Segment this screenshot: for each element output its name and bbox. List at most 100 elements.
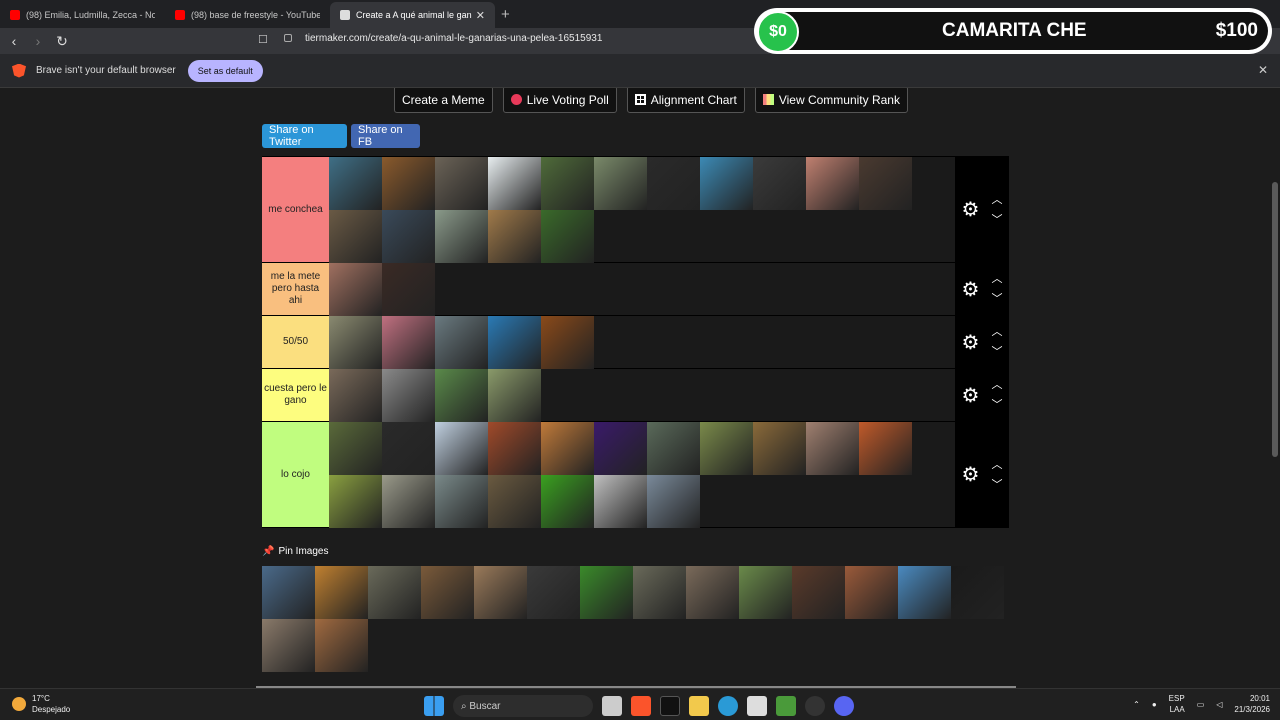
pool-image[interactable] — [686, 566, 739, 619]
forward-icon[interactable]: › — [28, 33, 48, 49]
animal-image[interactable] — [541, 475, 594, 528]
pool-image[interactable] — [315, 619, 368, 672]
mic-icon[interactable]: ● — [1152, 700, 1157, 709]
chevron-down-icon[interactable]: ﹀ — [991, 342, 1002, 362]
pin-images[interactable]: 📌 Pin Images — [262, 546, 328, 557]
gear-icon[interactable]: ⚙ — [962, 330, 980, 355]
animal-image[interactable] — [700, 422, 753, 475]
chevron-up-icon[interactable]: ︿ — [991, 455, 1002, 475]
pool-image[interactable] — [580, 566, 633, 619]
tier-label[interactable]: me conchea — [262, 157, 329, 262]
clock[interactable]: 20:01 21/3/2026 — [1234, 693, 1270, 715]
chevron-down-icon[interactable]: ﹀ — [991, 475, 1002, 495]
share-twitter-button[interactable]: Share on Twitter — [262, 124, 347, 148]
file-explorer-icon[interactable] — [689, 696, 709, 716]
set-default-button[interactable]: Set as default — [187, 59, 263, 82]
new-tab-icon[interactable]: + — [501, 6, 510, 23]
tab-youtube-1[interactable]: (98) Emilia, Ludmilla, Zecca - No... — [0, 2, 165, 28]
animal-image[interactable] — [806, 422, 859, 475]
close-tab-icon[interactable]: ✕ — [476, 9, 485, 22]
chevron-down-icon[interactable]: ﹀ — [991, 210, 1002, 230]
animal-image[interactable] — [541, 316, 594, 369]
animal-image[interactable] — [594, 475, 647, 528]
pool-image[interactable] — [739, 566, 792, 619]
animal-image[interactable] — [541, 210, 594, 263]
animal-image[interactable] — [541, 157, 594, 210]
edge-icon[interactable] — [718, 696, 738, 716]
animal-image[interactable] — [488, 422, 541, 475]
animal-image[interactable] — [329, 369, 382, 422]
bookmark-icon[interactable]: ☐ — [258, 33, 268, 46]
view-community-rank-button[interactable]: View Community Rank — [754, 88, 908, 113]
tab-youtube-2[interactable]: (98) base de freestyle - YouTube — [165, 2, 330, 28]
animal-image[interactable] — [488, 369, 541, 422]
animal-image[interactable] — [859, 157, 912, 210]
pool-image[interactable] — [421, 566, 474, 619]
terminal-icon[interactable] — [660, 696, 680, 716]
animal-image[interactable] — [647, 422, 700, 475]
chevron-down-icon[interactable]: ﹀ — [991, 289, 1002, 309]
animal-image[interactable] — [382, 316, 435, 369]
animal-image[interactable] — [435, 422, 488, 475]
chevron-up-icon[interactable]: ︿ — [991, 375, 1002, 395]
pool-image[interactable] — [262, 619, 315, 672]
language-indicator[interactable]: ESP LAA — [1169, 693, 1185, 715]
animal-image[interactable] — [435, 475, 488, 528]
brave-icon[interactable] — [631, 696, 651, 716]
animal-image[interactable] — [382, 263, 435, 316]
windows-start-icon[interactable] — [424, 696, 444, 716]
animal-image[interactable] — [382, 210, 435, 263]
tier-label[interactable]: lo cojo — [262, 422, 329, 527]
animal-image[interactable] — [382, 475, 435, 528]
animal-image[interactable] — [488, 210, 541, 263]
animal-image[interactable] — [435, 369, 488, 422]
discord-icon[interactable] — [834, 696, 854, 716]
animal-image[interactable] — [647, 157, 700, 210]
site-info-icon[interactable] — [284, 34, 292, 42]
tier-label[interactable]: 50/50 — [262, 316, 329, 368]
chevron-up-icon[interactable]: ︿ — [991, 269, 1002, 289]
network-icon[interactable]: ▭ — [1197, 700, 1205, 709]
obs-icon[interactable] — [805, 696, 825, 716]
pool-image[interactable] — [633, 566, 686, 619]
animal-image[interactable] — [541, 422, 594, 475]
gear-icon[interactable]: ⚙ — [962, 197, 980, 222]
animal-image[interactable] — [488, 475, 541, 528]
url-field[interactable]: tiermaker.com/create/a-qu-animal-le-gana… — [305, 33, 602, 44]
gear-icon[interactable]: ⚙ — [962, 462, 980, 487]
chevron-up-icon[interactable]: ︿ — [991, 322, 1002, 342]
pool-image[interactable] — [951, 566, 1004, 619]
share-facebook-button[interactable]: Share on FB — [351, 124, 420, 148]
animal-image[interactable] — [329, 475, 382, 528]
chevron-up-icon[interactable]: ⌃ — [1133, 700, 1140, 709]
gear-icon[interactable]: ⚙ — [962, 383, 980, 408]
animal-image[interactable] — [488, 157, 541, 210]
animal-image[interactable] — [382, 157, 435, 210]
chevron-down-icon[interactable]: ﹀ — [991, 395, 1002, 415]
tier-label[interactable]: cuesta pero le gano — [262, 369, 329, 421]
tab-tiermaker[interactable]: Create a A qué animal le ganaría... ✕ — [330, 2, 495, 28]
animal-image[interactable] — [594, 157, 647, 210]
close-icon[interactable]: ✕ — [1258, 63, 1268, 77]
reload-icon[interactable]: ↻ — [52, 33, 72, 50]
pool-image[interactable] — [262, 566, 315, 619]
animal-image[interactable] — [806, 157, 859, 210]
pool-image[interactable] — [845, 566, 898, 619]
animal-image[interactable] — [435, 316, 488, 369]
create-meme-button[interactable]: Create a Meme — [394, 88, 493, 113]
weather-widget[interactable]: 17°C Despejado — [12, 693, 70, 715]
pool-image[interactable] — [474, 566, 527, 619]
animal-image[interactable] — [488, 316, 541, 369]
alignment-chart-button[interactable]: Alignment Chart — [626, 88, 745, 113]
animal-image[interactable] — [700, 157, 753, 210]
animal-image[interactable] — [753, 422, 806, 475]
animal-image[interactable] — [435, 210, 488, 263]
pool-image[interactable] — [898, 566, 951, 619]
animal-image[interactable] — [329, 422, 382, 475]
taskbar-search[interactable]: ⌕ Buscar — [453, 695, 593, 717]
live-voting-poll-button[interactable]: Live Voting Poll — [502, 88, 617, 113]
animal-image[interactable] — [329, 263, 382, 316]
chevron-up-icon[interactable]: ︿ — [991, 190, 1002, 210]
tier-label[interactable]: me la mete pero hasta ahi — [262, 263, 329, 315]
animal-image[interactable] — [594, 422, 647, 475]
